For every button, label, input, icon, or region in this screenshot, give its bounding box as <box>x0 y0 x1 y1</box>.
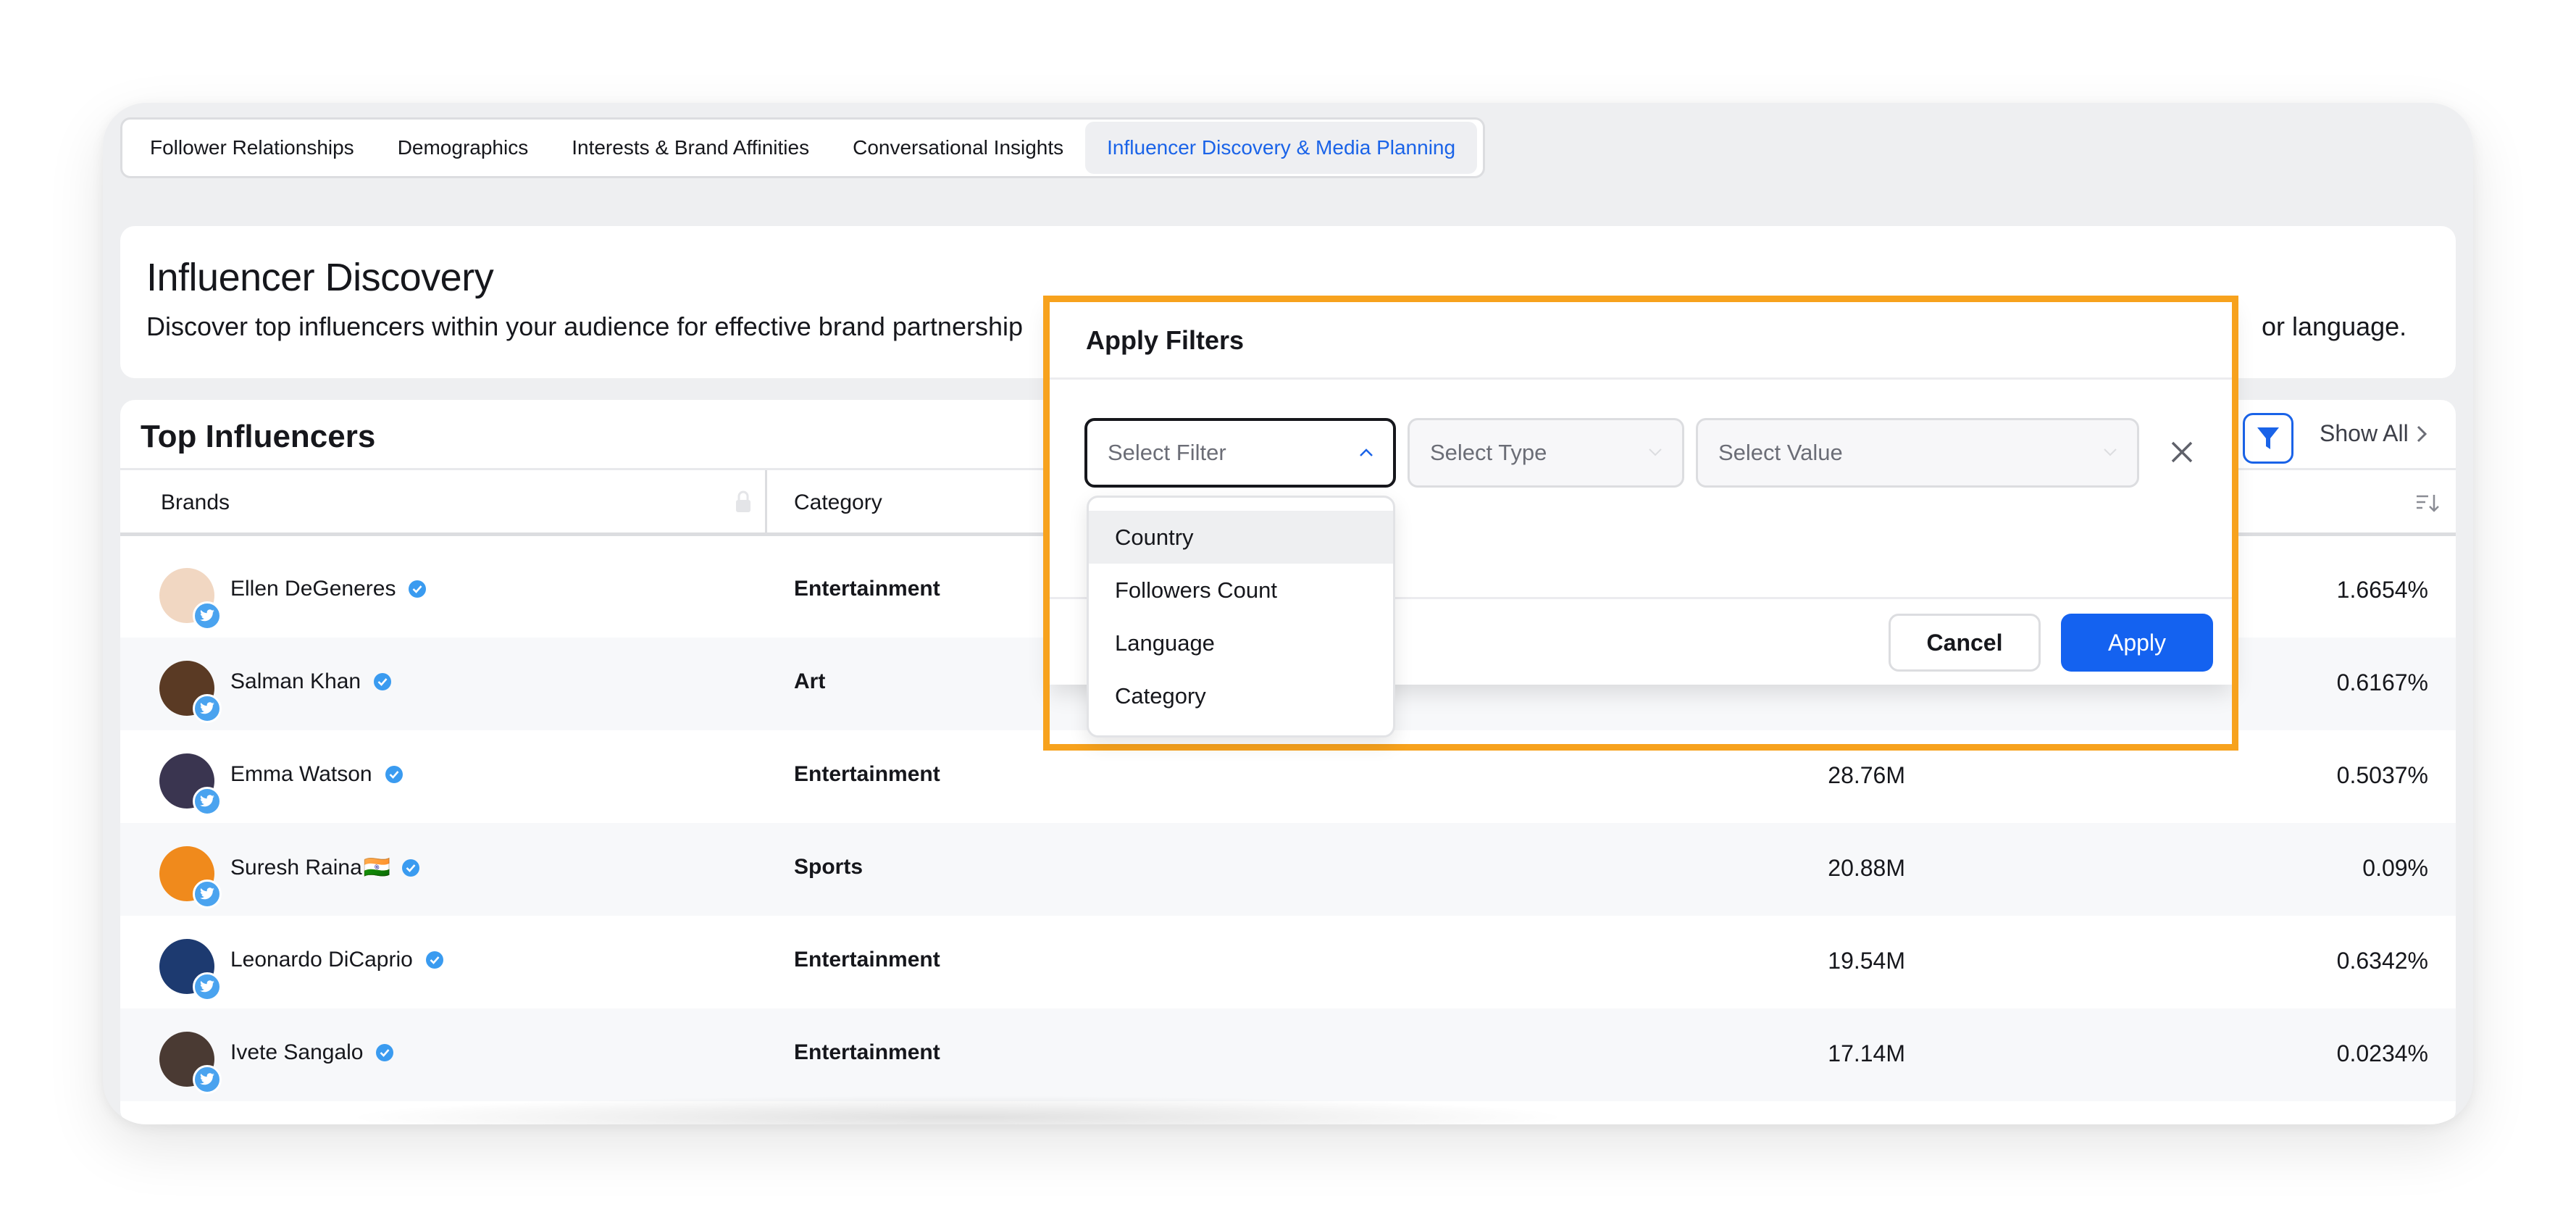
engagement-rate-cell: 0.6342% <box>2336 948 2428 974</box>
filter-option-country[interactable]: Country <box>1089 511 1393 564</box>
category-cell: Sports <box>794 855 863 879</box>
twitter-icon <box>193 1065 222 1094</box>
influencer-name[interactable]: Salman Khan <box>230 669 393 694</box>
engagement-rate-cell: 0.09% <box>2362 855 2428 881</box>
column-header-category[interactable]: Category <box>794 490 882 515</box>
category-cell: Entertainment <box>794 577 940 601</box>
show-all-label: Show All <box>2320 420 2409 446</box>
followers-cell: 20.88M <box>1828 855 1905 881</box>
influencer-name[interactable]: Ellen DeGeneres <box>230 577 427 601</box>
influencer-name[interactable]: Leonardo DiCaprio <box>230 948 445 972</box>
table-title: Top Influencers <box>141 419 376 454</box>
page-description: Discover top influencers within your aud… <box>146 312 1023 341</box>
engagement-rate-cell: 1.6654% <box>2336 577 2428 603</box>
influencer-name-text: Leonardo DiCaprio <box>230 948 413 972</box>
verified-badge-icon <box>375 1043 395 1063</box>
category-cell: Entertainment <box>794 948 940 972</box>
influencer-name-text: Salman Khan <box>230 669 361 693</box>
page-description-end: or language. <box>2262 312 2407 341</box>
verified-badge-icon <box>384 764 404 785</box>
filter-option-category[interactable]: Category <box>1089 669 1393 722</box>
table-row[interactable]: Ivete Sangalo Entertainment 17.14M 0.0234% <box>120 1008 2456 1101</box>
table-row[interactable]: Leonardo DiCaprio Entertainment 19.54M 0.63… <box>120 916 2456 1008</box>
column-header-brands[interactable]: Brands <box>161 490 230 515</box>
tab-interests-brand-affinities[interactable]: Interests & Brand Affinities <box>550 122 831 174</box>
tab-bar: Follower Relationships Demographics Inte… <box>120 117 1486 178</box>
category-cell: Entertainment <box>794 762 940 786</box>
category-cell: Entertainment <box>794 1040 940 1064</box>
filter-option-language[interactable]: Language <box>1089 617 1393 669</box>
tab-influencer-discovery[interactable]: Influencer Discovery & Media Planning <box>1085 122 1478 174</box>
verified-badge-icon <box>372 672 393 692</box>
tab-follower-relationships[interactable]: Follower Relationships <box>128 122 376 174</box>
twitter-icon <box>193 787 222 816</box>
influencer-name-text: Ellen DeGeneres <box>230 577 396 601</box>
page-title: Influencer Discovery <box>146 256 494 299</box>
filter-button[interactable] <box>2243 413 2293 464</box>
column-divider[interactable] <box>765 470 767 532</box>
verified-badge-icon <box>425 950 445 970</box>
chevron-right-icon <box>2417 425 2427 442</box>
filter-option-followers-count[interactable]: Followers Count <box>1089 564 1393 617</box>
influencer-name[interactable]: Suresh Raina 🇮🇳 <box>230 855 421 880</box>
show-all-link[interactable]: Show All <box>2320 420 2427 447</box>
engagement-rate-cell: 0.5037% <box>2336 762 2428 788</box>
twitter-icon <box>193 972 222 1001</box>
category-cell: Art <box>794 669 826 693</box>
twitter-icon <box>193 694 222 723</box>
filter-icon <box>2257 427 2279 449</box>
filter-options-menu: Country Followers Count Language Categor… <box>1087 496 1395 738</box>
followers-cell: 19.54M <box>1828 948 1905 974</box>
tab-conversational-insights[interactable]: Conversational Insights <box>831 122 1085 174</box>
flag: 🇮🇳 <box>363 856 391 880</box>
influencer-name-text: Suresh Raina <box>230 855 362 880</box>
sort-icon[interactable] <box>2415 492 2440 514</box>
engagement-rate-cell: 0.0234% <box>2336 1040 2428 1066</box>
verified-badge-icon <box>407 579 427 599</box>
followers-cell: 28.76M <box>1828 762 1905 788</box>
influencer-name-text: Emma Watson <box>230 762 372 786</box>
shadow <box>342 1095 1573 1124</box>
influencer-name-text: Ivete Sangalo <box>230 1040 364 1064</box>
followers-cell: 17.14M <box>1828 1040 1905 1066</box>
twitter-icon <box>193 880 222 909</box>
lock-icon <box>736 490 750 512</box>
twitter-icon <box>193 601 222 630</box>
influencer-name[interactable]: Ivete Sangalo <box>230 1040 395 1065</box>
engagement-rate-cell: 0.6167% <box>2336 669 2428 696</box>
tab-demographics[interactable]: Demographics <box>376 122 551 174</box>
table-row[interactable]: Suresh Raina 🇮🇳 Sports 20.88M 0.09% <box>120 823 2456 916</box>
verified-badge-icon <box>401 858 421 878</box>
influencer-name[interactable]: Emma Watson <box>230 762 404 787</box>
